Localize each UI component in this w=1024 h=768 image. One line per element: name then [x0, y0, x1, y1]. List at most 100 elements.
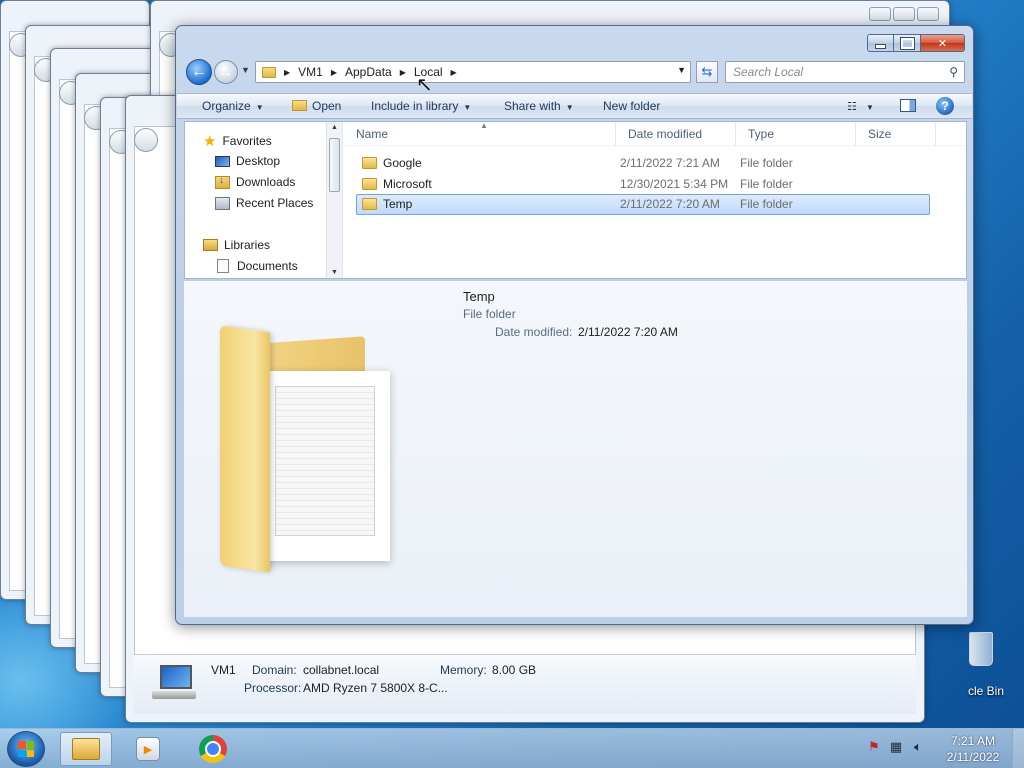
recycle-bin-icon — [969, 632, 993, 666]
show-desktop-button[interactable] — [1012, 729, 1024, 768]
domain-value: collabnet.local — [303, 663, 380, 677]
folder-icon — [262, 66, 276, 78]
back-button[interactable]: ← — [186, 59, 212, 85]
chevron-down-icon: ▼ — [565, 103, 574, 112]
minimize-button[interactable] — [867, 34, 894, 52]
address-dropdown-icon[interactable]: ▼ — [677, 65, 686, 75]
system-info-strip: VM1 Domain: collabnet.local Memory: 8.00… — [134, 654, 916, 714]
preview-pane-button[interactable] — [900, 99, 916, 112]
chrome-icon — [199, 735, 227, 763]
mouse-cursor-icon: ↖ — [416, 74, 433, 96]
file-name: Google — [362, 156, 422, 170]
minimize-button[interactable] — [869, 7, 891, 21]
system-tray: ⚑ ▦ 🔈︎ — [866, 739, 926, 755]
nav-recent-places[interactable]: Recent Places — [215, 196, 313, 210]
close-button[interactable]: ✕ — [921, 34, 965, 52]
star-icon: ★ — [203, 133, 217, 150]
folder-icon — [362, 198, 377, 210]
new-folder-button[interactable]: New folder — [603, 99, 660, 113]
recycle-bin-label: cle Bin — [968, 684, 1005, 698]
nav-downloads[interactable]: Downloads — [215, 175, 295, 189]
clock-date: 2/11/2022 — [946, 750, 1000, 764]
navigation-pane: ★Favorites Desktop Downloads Recent Plac… — [185, 122, 343, 278]
arrow-right-icon: → — [219, 64, 233, 80]
scroll-up-icon[interactable]: ▲ — [331, 124, 338, 131]
arrow-left-icon: ← — [191, 63, 207, 80]
nav-libraries[interactable]: Libraries — [203, 238, 270, 252]
refresh-button[interactable]: ⇆ — [696, 61, 718, 83]
maximize-button[interactable] — [893, 7, 915, 21]
back-button-icon — [134, 128, 158, 152]
processor-value: AMD Ryzen 7 5800X 8-C... — [303, 681, 448, 695]
share-with-button[interactable]: Share with ▼ — [504, 99, 574, 113]
taskbar-media-player-button[interactable] — [122, 732, 174, 766]
column-size[interactable]: Size — [856, 122, 936, 146]
memory-label: Memory: — [440, 663, 487, 677]
start-button[interactable] — [7, 731, 45, 767]
address-row: ← → ▼ ▶ VM1 ▶ AppData ▶ Local ▶ ▼ ⇆ Sear… — [186, 59, 965, 85]
search-input[interactable]: Search Local ⚲ — [725, 61, 965, 83]
taskbar-chrome-button[interactable] — [187, 732, 239, 766]
file-name: Microsoft — [362, 177, 432, 191]
column-date-modified[interactable]: Date modified — [616, 122, 736, 146]
scroll-down-icon[interactable]: ▼ — [331, 269, 338, 276]
recent-places-icon — [215, 196, 230, 210]
search-icon[interactable]: ⚲ — [949, 65, 958, 79]
details-modified-label: Date modified: — [495, 325, 573, 339]
nav-documents[interactable]: Documents — [215, 259, 298, 273]
breadcrumb-appdata[interactable]: AppData — [345, 65, 392, 79]
chevron-down-icon: ▼ — [255, 103, 264, 112]
large-folder-icon — [220, 321, 395, 573]
processor-label: Processor: — [244, 681, 302, 695]
computer-icon — [152, 665, 196, 701]
chevron-right-icon[interactable]: ▶ — [451, 68, 457, 77]
chevron-right-icon[interactable]: ▶ — [400, 68, 406, 77]
clock-time: 7:21 AM — [950, 734, 996, 748]
help-button[interactable]: ? — [936, 97, 954, 115]
nav-favorites[interactable]: ★ Favorites — [203, 132, 272, 150]
column-type[interactable]: Type — [736, 122, 856, 146]
file-date: 2/11/2022 7:20 AM — [620, 197, 720, 211]
file-type: File folder — [740, 177, 793, 191]
address-bar[interactable]: ▶ VM1 ▶ AppData ▶ Local ▶ ▼ — [255, 61, 691, 83]
nav-scrollbar[interactable]: ▲ ▼ — [326, 122, 342, 278]
open-folder-icon — [292, 100, 307, 111]
recent-pages-button[interactable]: ▼ — [241, 65, 250, 75]
network-icon[interactable]: ▦ — [888, 739, 904, 755]
maximize-button[interactable] — [894, 34, 921, 52]
explorer-window[interactable]: ✕ ← → ▼ ▶ VM1 ▶ AppData ▶ Local ▶ ▼ ⇆ Se… — [175, 25, 974, 625]
refresh-icon: ⇆ — [701, 64, 713, 79]
file-type: File folder — [740, 156, 793, 170]
folder-icon — [362, 178, 377, 190]
content-area: ★Favorites Desktop Downloads Recent Plac… — [184, 121, 967, 279]
memory-value: 8.00 GB — [492, 663, 537, 677]
scrollbar-thumb[interactable] — [329, 138, 340, 192]
include-in-library-button[interactable]: Include in library ▼ — [371, 99, 471, 113]
column-name[interactable]: Name ▲ — [344, 121, 616, 146]
close-button[interactable] — [917, 7, 939, 21]
organize-button[interactable]: Organize ▼ — [202, 99, 264, 113]
clock[interactable]: 7:21 AM 2/11/2022 — [936, 733, 1010, 765]
libraries-icon — [203, 239, 218, 251]
open-button[interactable]: Open — [292, 99, 341, 113]
file-list: Name ▲ Date modified Type Size Google 2/1… — [344, 121, 966, 278]
file-row-google[interactable]: Google 2/11/2022 7:21 AM File folder — [356, 153, 930, 174]
file-type: File folder — [740, 197, 793, 211]
forward-button[interactable]: → — [214, 60, 238, 84]
volume-icon[interactable]: 🔈︎ — [910, 739, 926, 755]
breadcrumb-vm1[interactable]: VM1 — [298, 65, 323, 79]
chevron-right-icon[interactable]: ▶ — [284, 68, 290, 77]
nav-desktop[interactable]: Desktop — [215, 154, 280, 168]
file-row-microsoft[interactable]: Microsoft 12/30/2021 5:34 PM File folder — [356, 174, 930, 195]
chevron-down-icon: ▼ — [463, 103, 472, 112]
file-row-temp[interactable]: Temp 2/11/2022 7:20 AM File folder — [356, 194, 930, 215]
change-view-button[interactable]: ☷ ▼ — [847, 100, 874, 113]
details-pane: Temp File folder Date modified: 2/11/202… — [184, 281, 967, 617]
action-center-icon[interactable]: ⚑ — [866, 739, 882, 755]
windows-logo-icon — [18, 741, 34, 757]
downloads-icon — [215, 175, 230, 189]
recycle-bin-desktop-icon[interactable]: cle Bin — [965, 632, 1005, 698]
details-name: Temp — [463, 289, 495, 304]
chevron-right-icon[interactable]: ▶ — [331, 68, 337, 77]
taskbar-explorer-button[interactable] — [60, 732, 112, 766]
